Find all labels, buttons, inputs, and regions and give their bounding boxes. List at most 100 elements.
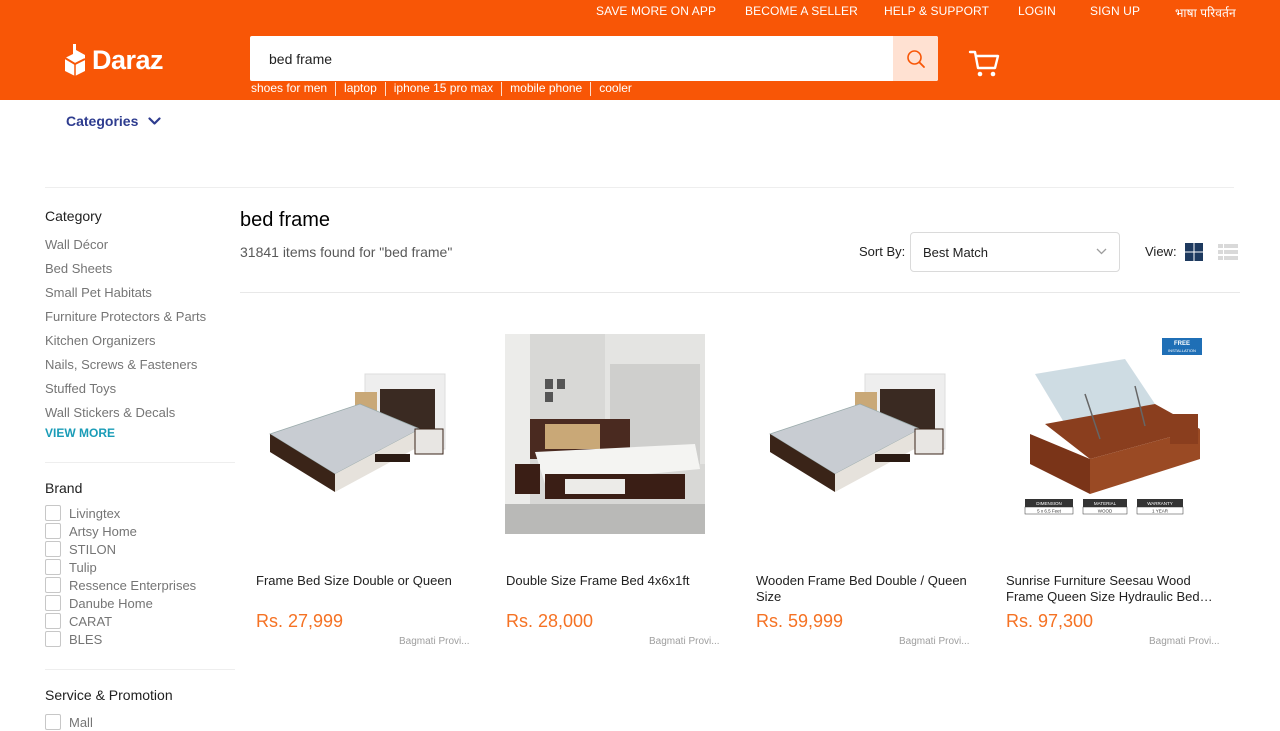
product-card[interactable]: Double Size Frame Bed 4x6x1ft Rs. 28,000…: [490, 313, 725, 653]
brand-label: CARAT: [69, 613, 113, 629]
brand-option[interactable]: Artsy Home: [45, 522, 235, 540]
product-card[interactable]: FREE INSTALLATION DIMENSION 5 x 6.5 Feet…: [990, 313, 1225, 653]
checkbox[interactable]: [45, 631, 61, 647]
brand-filter-title: Brand: [45, 480, 83, 496]
grid-view-icon[interactable]: [1185, 243, 1203, 261]
brand-option[interactable]: CARAT: [45, 612, 235, 630]
search-icon: [906, 49, 925, 68]
product-location: Bagmati Provi...: [649, 636, 720, 647]
category-link[interactable]: Nails, Screws & Fasteners: [45, 354, 235, 378]
search-suggestions: shoes for men laptop iphone 15 pro max m…: [251, 82, 640, 96]
category-list: Wall Décor Bed Sheets Small Pet Habitats…: [45, 234, 235, 426]
installation-badge: INSTALLATION: [1168, 348, 1196, 353]
brand-label: Artsy Home: [69, 523, 137, 539]
sort-select[interactable]: Best Match: [910, 232, 1120, 272]
brand-label: STILON: [69, 541, 116, 557]
category-link[interactable]: Bed Sheets: [45, 258, 235, 282]
product-name[interactable]: Double Size Frame Bed 4x6x1ft: [506, 573, 718, 589]
login-link[interactable]: LOGIN: [1018, 4, 1056, 18]
cart-icon: [968, 50, 1000, 77]
divider: [240, 292, 1240, 293]
search-bar: [250, 36, 938, 81]
logo-text: Daraz: [92, 44, 164, 75]
divider: [45, 462, 235, 463]
suggestion-link[interactable]: laptop: [335, 82, 385, 96]
search-input[interactable]: [250, 36, 893, 81]
chevron-down-icon: [1096, 248, 1107, 255]
categories-dropdown[interactable]: Categories: [66, 113, 161, 129]
filter-sidebar: Category Wall Décor Bed Sheets Small Pet…: [45, 208, 235, 731]
spec-warranty-label: WARRANTY: [1147, 501, 1173, 506]
brand-list: Livingtex Artsy Home STILON Tulip Ressen…: [45, 504, 235, 648]
product-location: Bagmati Provi...: [399, 636, 470, 647]
suggestion-link[interactable]: shoes for men: [251, 82, 335, 96]
brand-option[interactable]: Tulip: [45, 558, 235, 576]
spec-dimension-label: DIMENSION: [1036, 501, 1062, 506]
brand-option[interactable]: Livingtex: [45, 504, 235, 522]
save-more-on-app-link[interactable]: SAVE MORE ON APP: [596, 4, 716, 18]
product-price: Rs. 27,999: [256, 611, 344, 631]
checkbox[interactable]: [45, 714, 61, 730]
suggestion-link[interactable]: cooler: [590, 82, 640, 96]
product-image[interactable]: [755, 334, 955, 534]
brand-label: Ressence Enterprises: [69, 577, 197, 593]
brand-label: BLES: [69, 631, 103, 647]
spec-material-label: MATERIAL: [1094, 501, 1117, 506]
checkbox[interactable]: [45, 505, 61, 521]
product-location: Bagmati Provi...: [899, 636, 970, 647]
sort-by-label: Sort By:: [859, 244, 906, 259]
checkbox[interactable]: [45, 523, 61, 539]
change-language-link[interactable]: भाषा परिवर्तन: [1175, 4, 1236, 21]
category-link[interactable]: Small Pet Habitats: [45, 282, 235, 306]
category-filter-title: Category: [45, 208, 102, 224]
cart-button[interactable]: [968, 48, 1000, 78]
category-link[interactable]: Wall Décor: [45, 234, 235, 258]
suggestion-link[interactable]: mobile phone: [501, 82, 590, 96]
product-price: Rs. 28,000: [506, 611, 594, 631]
checkbox[interactable]: [45, 541, 61, 557]
product-card[interactable]: Wooden Frame Bed Double / Queen Size Rs.…: [740, 313, 975, 653]
category-link[interactable]: Stuffed Toys: [45, 378, 235, 402]
checkbox[interactable]: [45, 613, 61, 629]
category-link[interactable]: Wall Stickers & Decals: [45, 402, 235, 426]
view-more-link[interactable]: VIEW MORE: [45, 426, 235, 444]
become-a-seller-link[interactable]: BECOME A SELLER: [745, 4, 858, 18]
product-card[interactable]: Frame Bed Size Double or Queen Rs. 27,99…: [240, 313, 475, 653]
brand-label: Danube Home: [69, 595, 153, 611]
product-image[interactable]: [505, 334, 705, 534]
help-support-link[interactable]: HELP & SUPPORT: [884, 4, 989, 18]
product-name[interactable]: Sunrise Furniture Seesau Wood Frame Quee…: [1006, 573, 1218, 605]
checkbox[interactable]: [45, 559, 61, 575]
signup-link[interactable]: SIGN UP: [1090, 4, 1140, 18]
category-link[interactable]: Kitchen Organizers: [45, 330, 235, 354]
brand-option[interactable]: Ressence Enterprises: [45, 576, 235, 594]
checkbox[interactable]: [45, 595, 61, 611]
service-label: Mall: [69, 714, 93, 730]
list-view-icon[interactable]: [1218, 244, 1238, 260]
product-image[interactable]: [255, 334, 455, 534]
category-link[interactable]: Furniture Protectors & Parts: [45, 306, 235, 330]
suggestion-link[interactable]: iphone 15 pro max: [384, 82, 501, 96]
product-name[interactable]: Wooden Frame Bed Double / Queen Size: [756, 573, 968, 605]
page-title: bed frame: [240, 209, 331, 231]
free-badge: FREE: [1174, 341, 1190, 347]
service-option[interactable]: Mall: [45, 713, 235, 731]
brand-label: Tulip: [69, 559, 97, 575]
checkbox[interactable]: [45, 577, 61, 593]
brand-option[interactable]: STILON: [45, 540, 235, 558]
product-price: Rs. 97,300: [1006, 611, 1094, 631]
brand-label: Livingtex: [69, 505, 121, 521]
product-price: Rs. 59,999: [756, 611, 844, 631]
brand-option[interactable]: Danube Home: [45, 594, 235, 612]
search-button[interactable]: [893, 36, 938, 81]
product-name[interactable]: Frame Bed Size Double or Queen: [256, 573, 468, 589]
divider: [45, 669, 235, 670]
product-image[interactable]: FREE INSTALLATION DIMENSION 5 x 6.5 Feet…: [1005, 334, 1205, 534]
service-filter-title: Service & Promotion: [45, 687, 173, 703]
spec-dimension-value: 5 x 6.5 Feet: [1037, 509, 1062, 514]
spec-material-value: WOOD: [1098, 509, 1113, 514]
result-count: 31841 items found for "bed frame": [240, 244, 453, 260]
daraz-logo[interactable]: Daraz: [63, 42, 164, 78]
categories-label: Categories: [66, 113, 139, 129]
brand-option[interactable]: BLES: [45, 630, 235, 648]
